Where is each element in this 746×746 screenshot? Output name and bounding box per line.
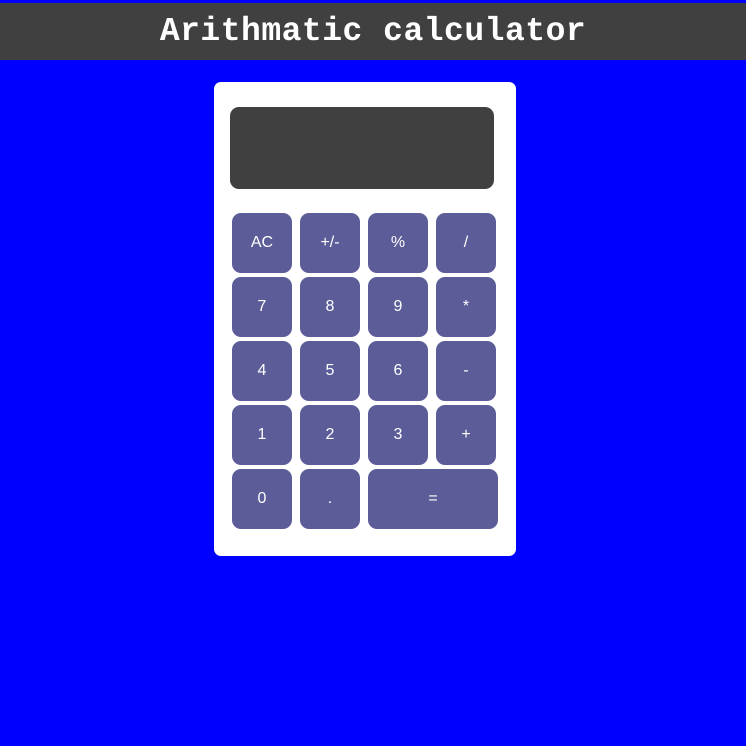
digit-4-button[interactable]: 4 — [232, 341, 292, 401]
divide-button[interactable]: / — [436, 213, 496, 273]
digit-7-button[interactable]: 7 — [232, 277, 292, 337]
calculator-display — [230, 107, 494, 189]
add-button[interactable]: + — [436, 405, 496, 465]
digit-0-button[interactable]: 0 — [232, 469, 292, 529]
equals-button[interactable]: = — [368, 469, 498, 529]
digit-9-button[interactable]: 9 — [368, 277, 428, 337]
digit-3-button[interactable]: 3 — [368, 405, 428, 465]
toggle-sign-button[interactable]: +/- — [300, 213, 360, 273]
app-header: Arithmatic calculator — [0, 3, 746, 60]
digit-6-button[interactable]: 6 — [368, 341, 428, 401]
clear-button[interactable]: AC — [232, 213, 292, 273]
calculator: AC +/- % / 7 8 9 * 4 5 6 - 1 2 3 + 0 . = — [214, 82, 516, 556]
percent-button[interactable]: % — [368, 213, 428, 273]
digit-2-button[interactable]: 2 — [300, 405, 360, 465]
page-title: Arithmatic calculator — [159, 13, 587, 50]
decimal-point-button[interactable]: . — [300, 469, 360, 529]
digit-8-button[interactable]: 8 — [300, 277, 360, 337]
digit-5-button[interactable]: 5 — [300, 341, 360, 401]
multiply-button[interactable]: * — [436, 277, 496, 337]
digit-1-button[interactable]: 1 — [232, 405, 292, 465]
subtract-button[interactable]: - — [436, 341, 496, 401]
